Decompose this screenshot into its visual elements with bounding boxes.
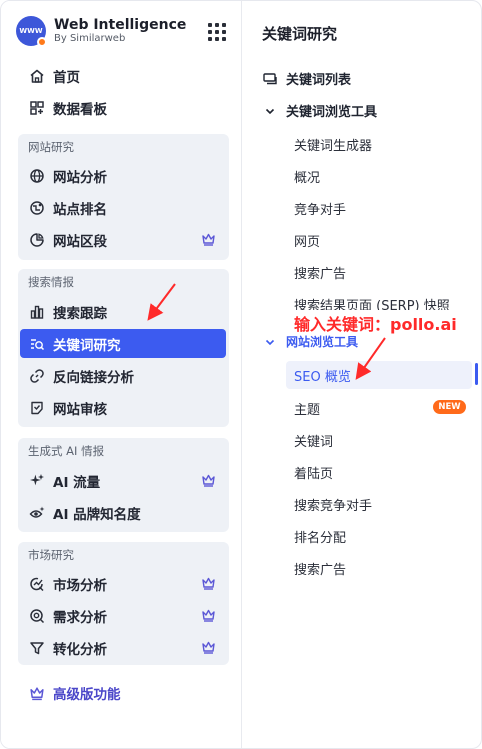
sidebar-item-label: 站点排名 [53, 201, 107, 218]
sparkle-icon [29, 473, 45, 489]
brand-title: Web Intelligence [54, 17, 187, 33]
home-icon [29, 68, 45, 84]
rank-distribution-link[interactable]: 排名分配 [294, 527, 346, 546]
list-icon [262, 71, 278, 87]
annotation-text: 输入关键词：pollo.ai [294, 315, 457, 334]
sidebar-item-label: AI 品牌知名度 [53, 506, 141, 523]
sidebar-item-label: 需求分析 [53, 609, 107, 626]
keyword-generator-link[interactable]: 关键词生成器 [294, 135, 372, 154]
crown-icon [202, 233, 215, 246]
sidebar-item-site-audit[interactable]: 网站审核 [20, 393, 226, 422]
audit-icon [29, 400, 45, 416]
sidebar-item-label: 数据看板 [53, 101, 107, 118]
sidebar-item-label: 搜索跟踪 [53, 305, 107, 322]
webpages-link[interactable]: 网页 [294, 231, 320, 250]
keyword-list-link[interactable]: 关键词列表 [262, 69, 351, 88]
panel-title: 关键词研究 [262, 25, 338, 43]
sidebar: WWW Web Intelligence By Similarweb 首页 数据… [1, 1, 242, 748]
demand-icon [29, 608, 45, 624]
logo-text: WWW [19, 27, 43, 35]
crown-icon [202, 641, 215, 654]
premium-features-link[interactable]: 高级版功能 [20, 678, 226, 707]
sidebar-item-demand-analysis[interactable]: 需求分析 [20, 601, 226, 630]
sidebar-item-backlink-analysis[interactable]: 反向链接分析 [20, 361, 226, 390]
crown-icon [202, 474, 215, 487]
sidebar-item-market-analysis[interactable]: 市场分析 [20, 569, 226, 598]
site-tools-section[interactable]: 网站浏览工具 [262, 333, 358, 350]
market-icon [29, 576, 45, 592]
keyword-research-panel: 关键词研究 关键词列表 关键词浏览工具 关键词生成器 概况 竞争对手 网页 搜索… [242, 1, 481, 748]
keyword-search-icon [29, 336, 45, 352]
brand[interactable]: WWW Web Intelligence By Similarweb [16, 15, 186, 47]
overview-link[interactable]: 概况 [294, 167, 320, 186]
sidebar-item-keyword-research[interactable]: 关键词研究 [20, 329, 226, 358]
sidebar-item-site-segments[interactable]: 网站区段 [20, 225, 226, 254]
sidebar-item-ai-brand-awareness[interactable]: AI 品牌知名度 [20, 498, 226, 527]
brand-subtitle: By Similarweb [54, 33, 126, 44]
apps-grid-icon[interactable] [208, 23, 226, 41]
seo-overview-label: SEO 概览 [294, 369, 351, 385]
segment-icon [29, 232, 45, 248]
topics-link[interactable]: 主题 [294, 399, 320, 418]
sidebar-item-label: 网站分析 [53, 169, 107, 186]
chevron-down-icon [262, 334, 278, 350]
link-icon [29, 368, 45, 384]
crown-icon [202, 609, 215, 622]
group-title: 生成式 AI 情报 [28, 444, 105, 458]
sidebar-item-label: 反向链接分析 [53, 369, 134, 386]
search-competitors-link[interactable]: 搜索竞争对手 [294, 495, 372, 514]
site-tools-label: 网站浏览工具 [286, 335, 359, 349]
crown-icon [29, 685, 45, 701]
sidebar-item-label: AI 流量 [53, 474, 101, 491]
dashboard-icon [29, 100, 45, 116]
funnel-icon [29, 640, 45, 656]
sidebar-item-label: 市场分析 [53, 577, 107, 594]
seo-overview-link[interactable]: SEO 概览 [286, 361, 472, 389]
globe-icon [29, 168, 45, 184]
app-window: WWW Web Intelligence By Similarweb 首页 数据… [0, 0, 482, 749]
competitors-link[interactable]: 竞争对手 [294, 199, 346, 218]
similarweb-logo: WWW [16, 16, 47, 47]
group-title: 网站研究 [28, 140, 74, 154]
new-badge: NEW [433, 400, 466, 414]
sidebar-item-home[interactable]: 首页 [20, 61, 226, 90]
landing-pages-link[interactable]: 着陆页 [294, 463, 333, 482]
eye-sparkle-icon [29, 505, 45, 521]
keyword-tools-section[interactable]: 关键词浏览工具 [262, 101, 377, 120]
keyword-tools-label: 关键词浏览工具 [286, 105, 378, 120]
keywords-link[interactable]: 关键词 [294, 431, 333, 450]
sidebar-item-label: 首页 [53, 69, 80, 86]
site-search-ads-link[interactable]: 搜索广告 [294, 559, 346, 578]
bar-chart-icon [29, 304, 45, 320]
crown-icon [202, 577, 215, 590]
premium-link-label: 高级版功能 [53, 686, 121, 703]
sidebar-item-site-ranking[interactable]: 站点排名 [20, 193, 226, 222]
sidebar-item-ai-traffic[interactable]: AI 流量 [20, 466, 226, 495]
group-title: 搜索情报 [28, 275, 74, 289]
sidebar-item-label: 网站审核 [53, 401, 107, 418]
sidebar-item-label: 网站区段 [53, 233, 107, 250]
sidebar-item-label: 转化分析 [53, 641, 107, 658]
selection-indicator [475, 363, 478, 385]
sidebar-item-website-analysis[interactable]: 网站分析 [20, 161, 226, 190]
sidebar-item-conversion-analysis[interactable]: 转化分析 [20, 633, 226, 662]
sidebar-item-dashboard[interactable]: 数据看板 [20, 93, 226, 122]
ranking-icon [29, 200, 45, 216]
search-ads-link[interactable]: 搜索广告 [294, 263, 346, 282]
keyword-list-label: 关键词列表 [286, 73, 352, 88]
group-title: 市场研究 [28, 548, 74, 562]
sidebar-item-search-tracking[interactable]: 搜索跟踪 [20, 297, 226, 326]
chevron-down-icon [262, 103, 278, 119]
sidebar-item-label: 关键词研究 [53, 337, 121, 354]
serp-snapshot-link[interactable]: 搜索结果页面 (SERP) 快照 [294, 295, 450, 310]
